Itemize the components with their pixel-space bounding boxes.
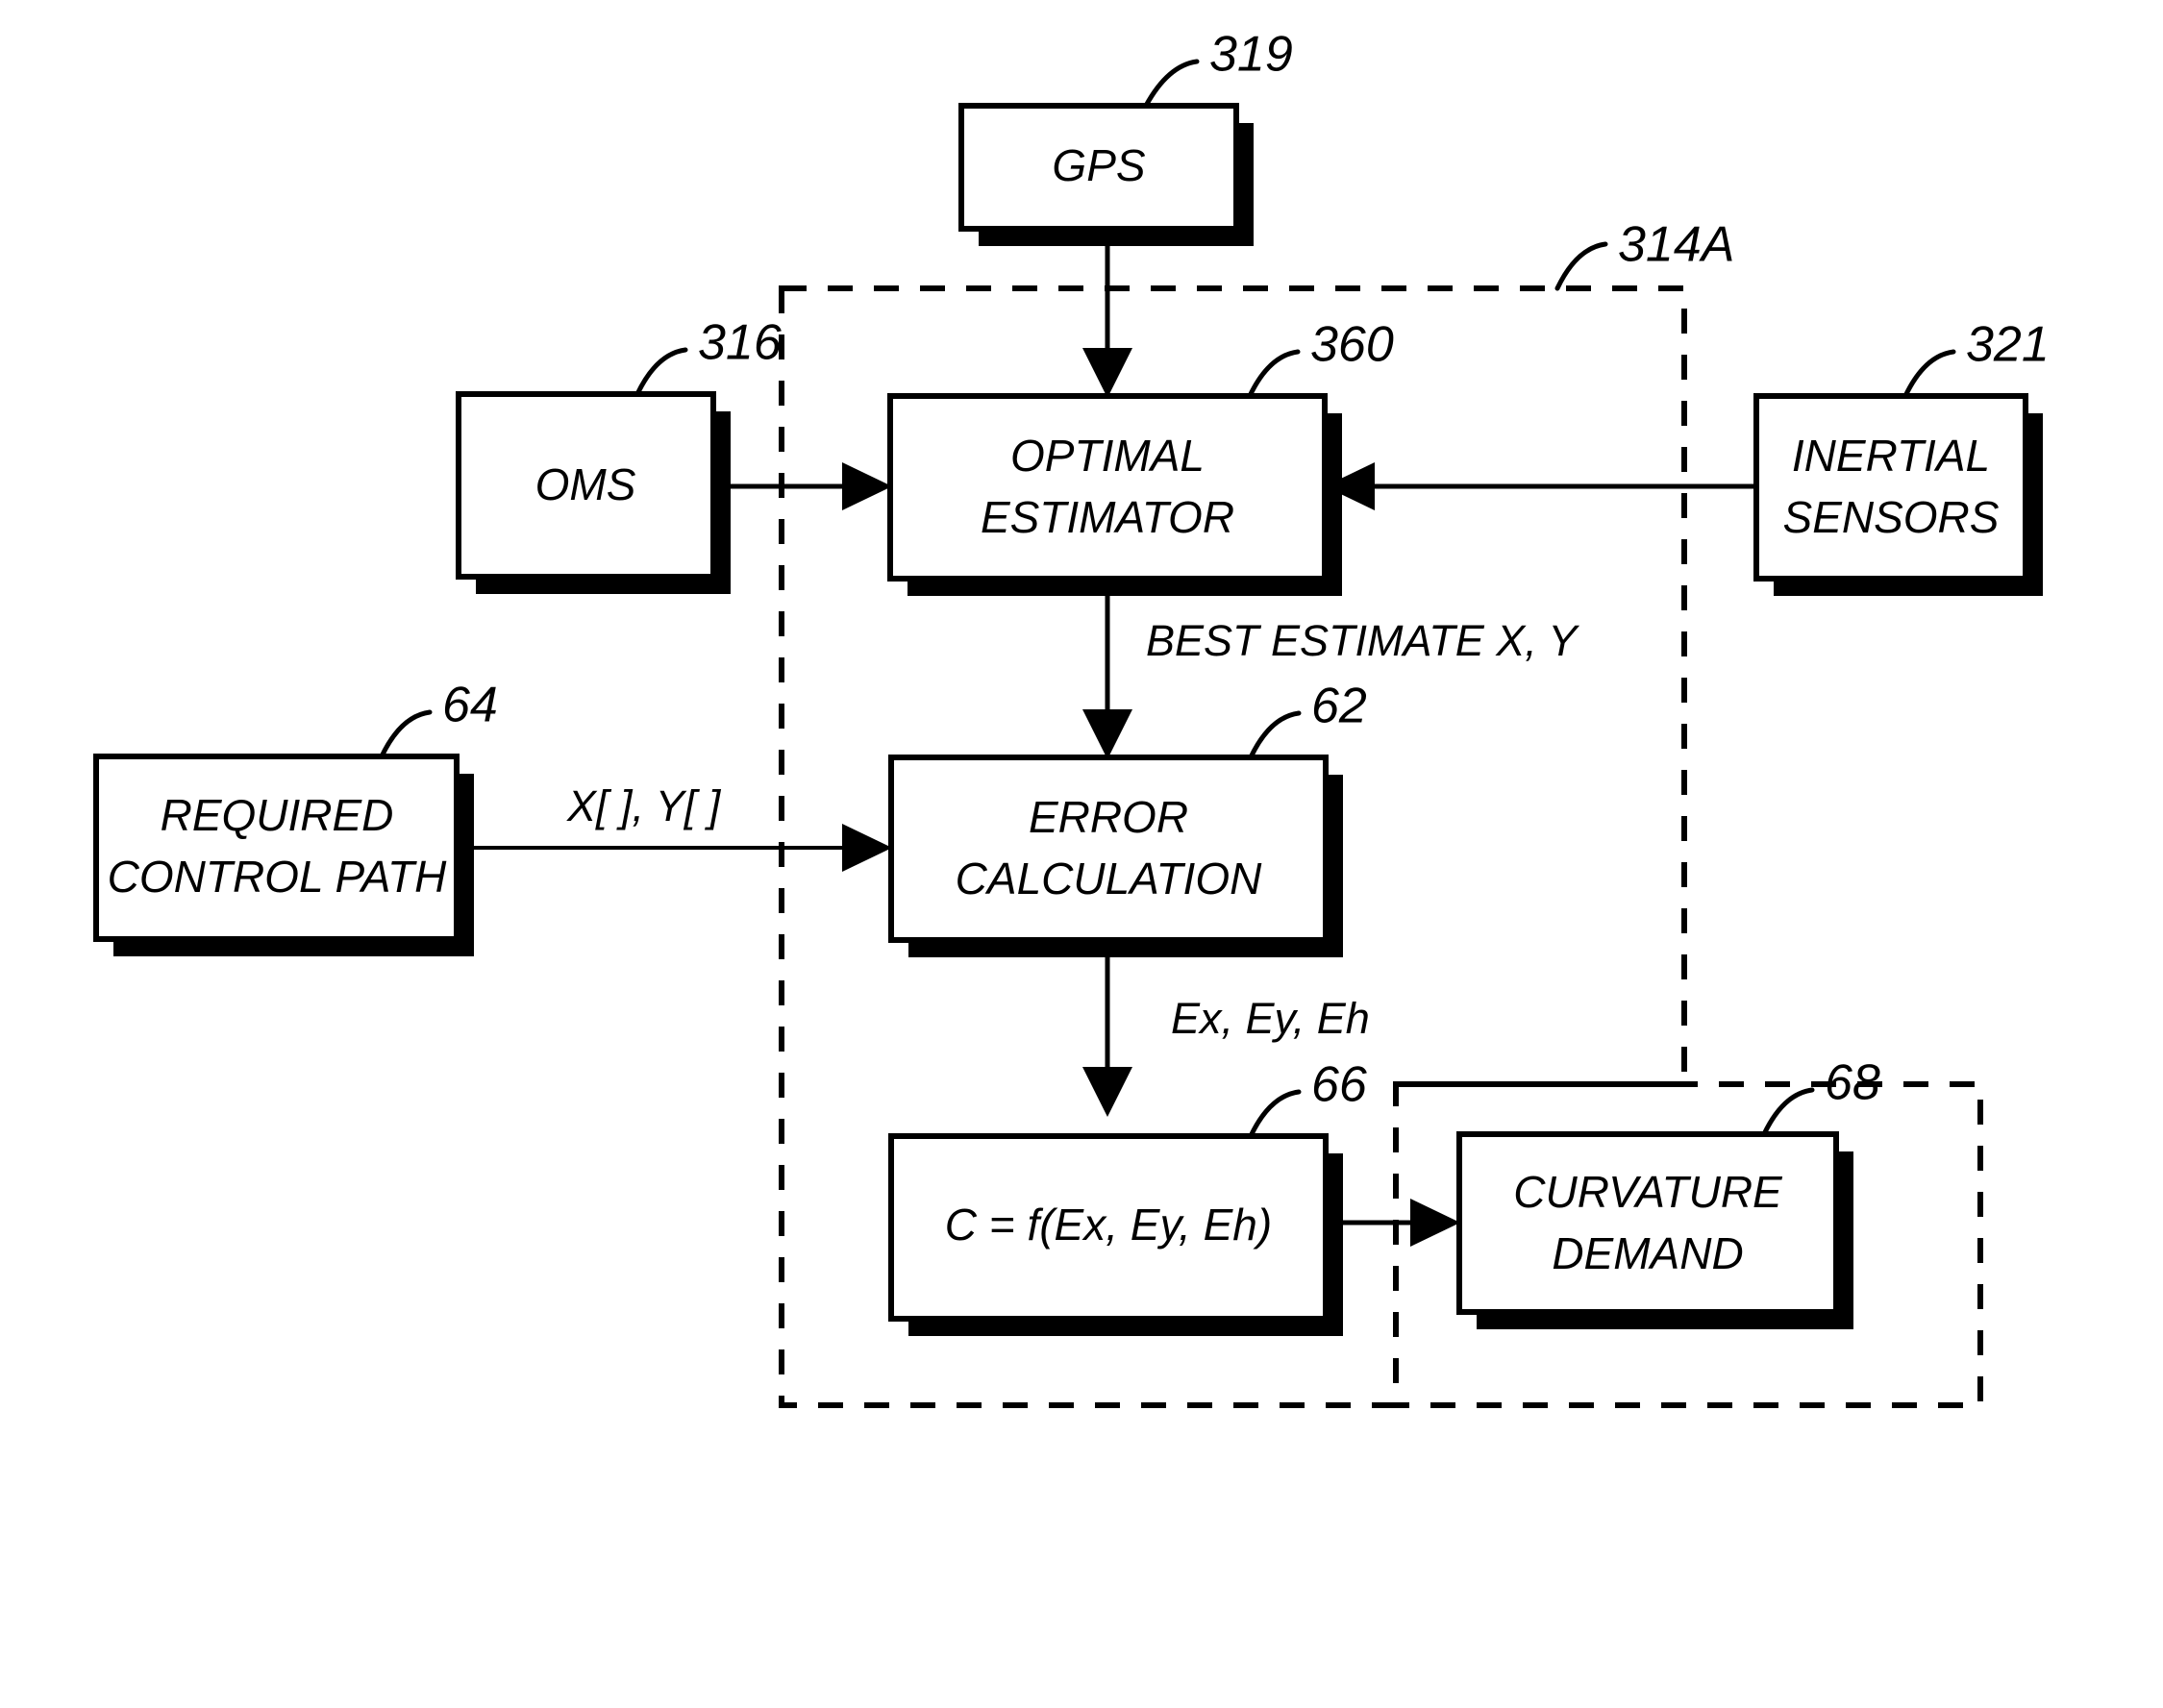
required-control-path-fill	[96, 756, 457, 939]
leader-line-64	[379, 709, 433, 759]
leader-line-316	[634, 347, 688, 397]
arrowhead-error-to-function	[1082, 1067, 1132, 1117]
leader-line-319	[1143, 59, 1200, 109]
arrowhead-gps-to-estimator	[1082, 348, 1132, 398]
ref-number-319: 319	[1209, 27, 1293, 83]
ref-number-62: 62	[1311, 679, 1367, 734]
optimal-estimator-label-line2: ESTIMATOR	[981, 492, 1234, 542]
arrowhead-function-to-demand	[1410, 1199, 1460, 1247]
block-optimal-estimator[interactable]: OPTIMAL ESTIMATOR	[887, 393, 1342, 596]
leader-line-62	[1248, 710, 1302, 760]
block-curvature-demand[interactable]: CURVATURE DEMAND	[1456, 1131, 1853, 1329]
ref-number-360: 360	[1310, 317, 1394, 373]
block-inertial-sensors[interactable]: INERTIAL SENSORS	[1753, 393, 2043, 596]
arrowhead-path-to-error	[842, 824, 892, 872]
error-calculation-fill	[891, 757, 1326, 940]
leader-line-68	[1761, 1087, 1815, 1137]
curvature-demand-fill	[1459, 1134, 1836, 1312]
ref-number-64: 64	[442, 678, 498, 733]
leader-line-314a	[1554, 241, 1608, 291]
inertial-sensors-label-line2: SENSORS	[1783, 492, 2000, 542]
patent-block-diagram: GPS 319 OMS 316 OPTIMAL ESTIMATOR 360 IN…	[0, 0, 2163, 1708]
oms-label: OMS	[535, 459, 636, 509]
inertial-sensors-label-line1: INERTIAL	[1792, 431, 1990, 481]
block-curvature-function[interactable]: C = f(Ex, Ey, Eh)	[888, 1133, 1343, 1336]
optimal-estimator-fill	[890, 396, 1325, 579]
block-error-calculation[interactable]: ERROR CALCULATION	[888, 755, 1343, 957]
optimal-estimator-label-line1: OPTIMAL	[1010, 431, 1205, 481]
required-control-path-label-line2: CONTROL PATH	[108, 852, 447, 902]
ref-number-66: 66	[1311, 1057, 1367, 1113]
arrowhead-estimator-to-error	[1082, 709, 1132, 759]
required-control-path-label-line1: REQUIRED	[161, 790, 394, 840]
block-required-control-path[interactable]: REQUIRED CONTROL PATH	[93, 754, 474, 956]
gps-label: GPS	[1052, 140, 1145, 190]
signal-label-error-terms: Ex, Ey, Eh	[1171, 994, 1370, 1043]
curvature-function-label: C = f(Ex, Ey, Eh)	[945, 1200, 1272, 1250]
error-calculation-label-line1: ERROR	[1029, 792, 1188, 842]
ref-number-316: 316	[698, 315, 782, 371]
ref-number-321: 321	[1966, 317, 2050, 373]
leader-line-360	[1247, 349, 1301, 399]
ref-number-314a: 314A	[1618, 217, 1734, 273]
inertial-sensors-fill	[1756, 396, 2026, 579]
error-calculation-label-line2: CALCULATION	[956, 854, 1262, 904]
ref-number-68: 68	[1825, 1055, 1880, 1111]
signal-label-path-arrays: X[ ], Y[ ]	[566, 781, 722, 830]
arrowhead-oms-to-estimator	[842, 462, 892, 510]
block-oms[interactable]: OMS	[456, 391, 731, 594]
signal-label-best-estimate: BEST ESTIMATE X, Y	[1146, 616, 1579, 665]
block-gps[interactable]: GPS	[958, 103, 1254, 246]
curvature-demand-label-line2: DEMAND	[1552, 1228, 1743, 1278]
leader-line-66	[1248, 1089, 1302, 1139]
diagram-canvas: GPS 319 OMS 316 OPTIMAL ESTIMATOR 360 IN…	[93, 27, 2050, 1408]
curvature-demand-label-line1: CURVATURE	[1513, 1167, 1783, 1217]
leader-line-321	[1902, 349, 1956, 399]
